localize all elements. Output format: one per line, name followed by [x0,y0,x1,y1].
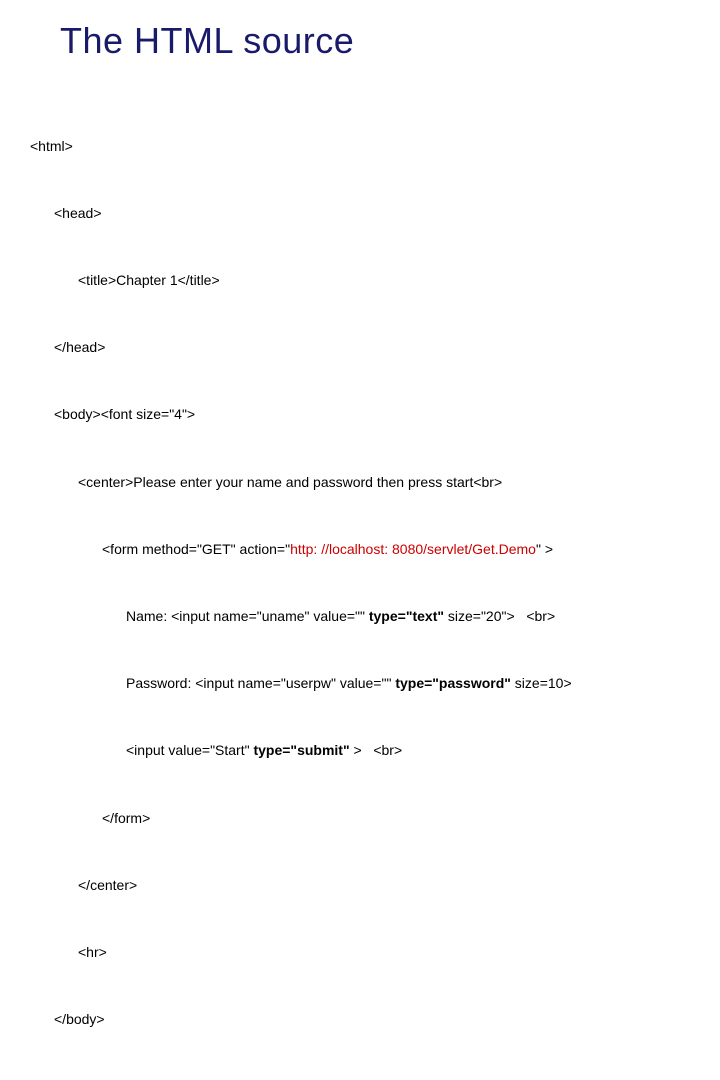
type-password: type="password" [395,675,511,691]
code-line: <html> [30,135,690,157]
code-line: Password: <input name="userpw" value="" … [126,672,690,694]
code-block: <html> <head> <title>Chapter 1</title> <… [30,90,690,1080]
code-line: Name: <input name="uname" value="" type=… [126,605,690,627]
code-line: </head> [54,336,690,358]
url-text: http: //localhost: 8080/servlet/Get.Demo [290,541,536,557]
code-line: </body> [54,1008,690,1030]
code-line: <center>Please enter your name and passw… [78,471,690,493]
code-line: <head> [54,202,690,224]
slide-title: The HTML source [60,20,690,62]
code-line: <form method="GET" action="http: //local… [102,538,690,560]
code-line: <body><font size="4"> [54,403,690,425]
code-line: <hr> [78,941,690,963]
code-line: <title>Chapter 1</title> [78,269,690,291]
type-text: type="text" [369,608,444,624]
code-line: </form> [102,807,690,829]
code-line: </center> [78,874,690,896]
type-submit: type="submit" [253,742,349,758]
code-line: </html> [30,1075,690,1080]
code-line: <input value="Start" type="submit" > <br… [126,739,690,761]
